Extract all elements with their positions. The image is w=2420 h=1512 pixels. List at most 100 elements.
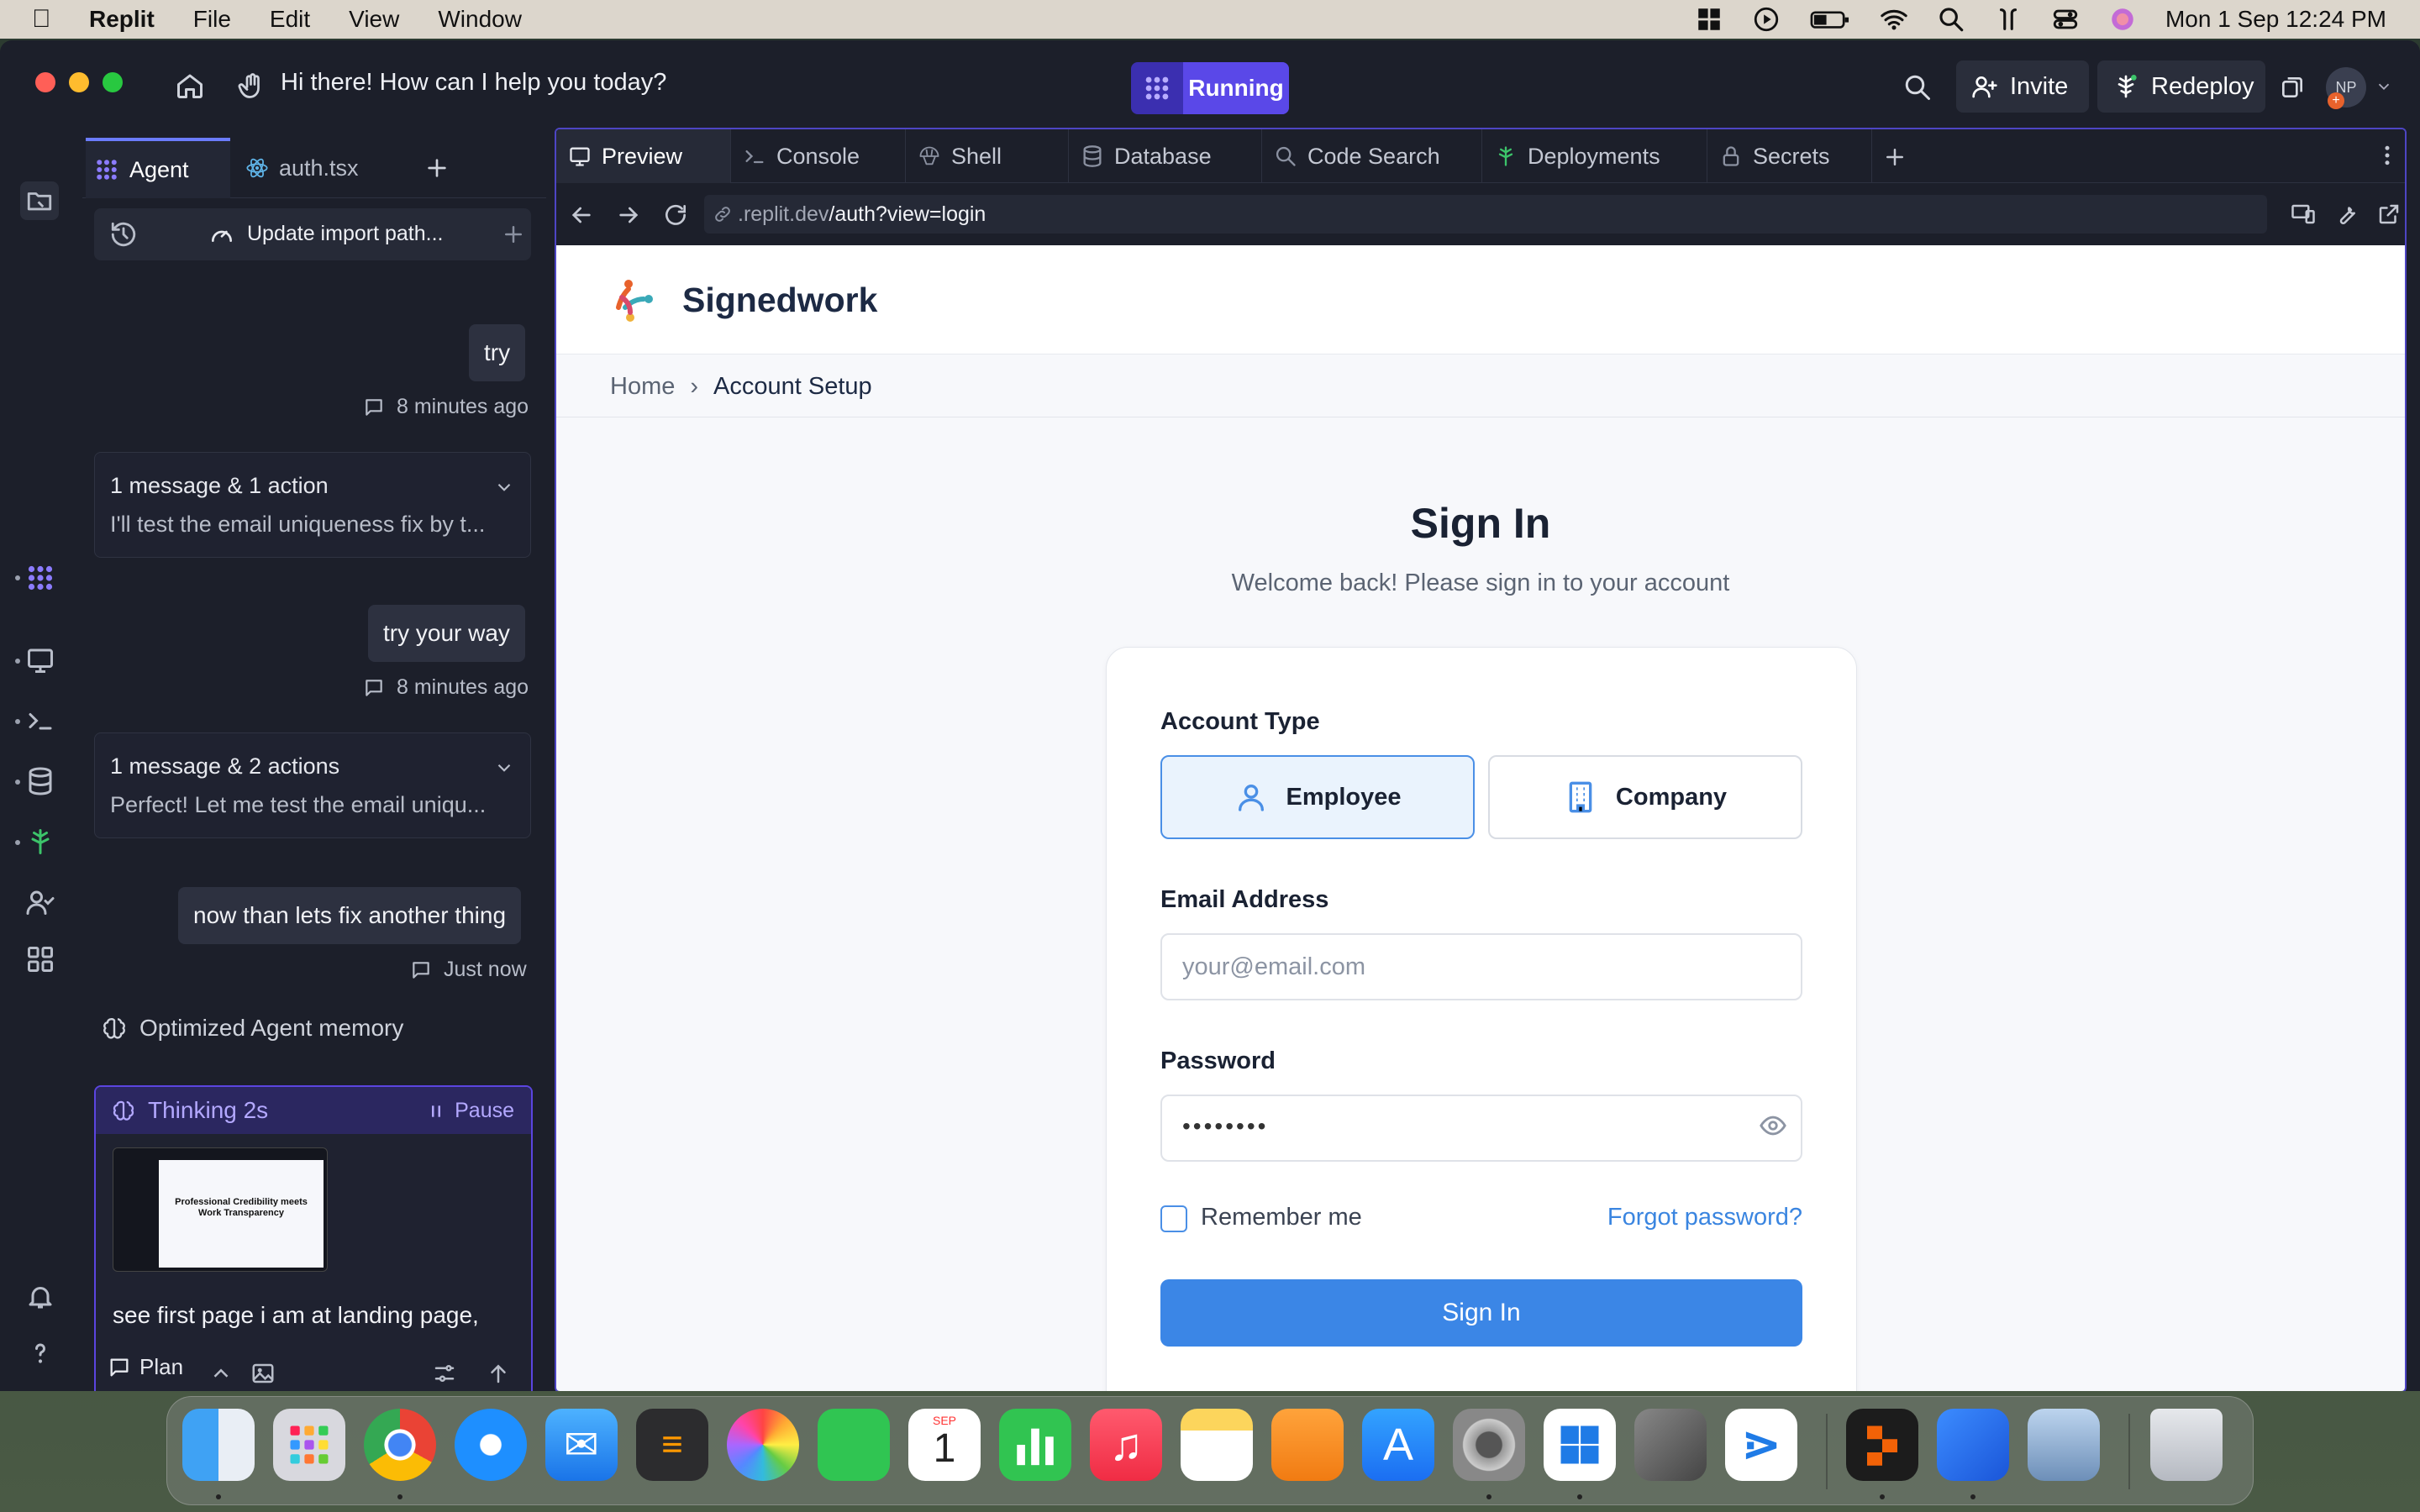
battery-icon[interactable] bbox=[1809, 5, 1851, 34]
tab-shell[interactable]: Shell bbox=[906, 129, 1069, 183]
calculator-icon[interactable]: ≡ bbox=[636, 1409, 708, 1481]
mail-icon[interactable]: ✉ bbox=[545, 1409, 618, 1481]
siri-icon[interactable] bbox=[2108, 5, 2137, 34]
invite-button[interactable]: Invite bbox=[1956, 60, 2089, 113]
attached-screenshot-thumbnail[interactable]: Professional Credibility meets Work Tran… bbox=[113, 1147, 328, 1272]
wrench-icon[interactable] bbox=[2334, 202, 2360, 227]
tab-code-search[interactable]: Code Search bbox=[1262, 129, 1482, 183]
remember-me-label[interactable]: Remember me bbox=[1201, 1204, 1362, 1231]
finder-icon[interactable] bbox=[182, 1409, 255, 1481]
help-icon[interactable] bbox=[25, 1337, 55, 1368]
new-tab-plus-icon[interactable] bbox=[1882, 144, 1907, 170]
url-field[interactable]: .replit.dev/auth?view=login bbox=[704, 195, 2267, 234]
remember-me-checkbox[interactable] bbox=[1160, 1205, 1187, 1232]
files-icon[interactable] bbox=[20, 181, 59, 220]
chrome-icon[interactable] bbox=[364, 1409, 436, 1481]
tab-agent[interactable]: Agent bbox=[86, 138, 230, 198]
menu-file[interactable]: File bbox=[193, 6, 231, 33]
menu-view[interactable]: View bbox=[349, 6, 399, 33]
tab-console[interactable]: Console bbox=[731, 129, 906, 183]
preview-icon[interactable] bbox=[25, 645, 55, 675]
airpods-icon[interactable] bbox=[1994, 5, 2023, 34]
agent-input-text[interactable]: see first page i am at landing page, bbox=[113, 1302, 479, 1329]
external-link-icon[interactable] bbox=[2376, 202, 2402, 227]
deployments-icon[interactable] bbox=[25, 827, 55, 857]
search-icon[interactable] bbox=[1902, 72, 1933, 102]
trash-icon[interactable] bbox=[2150, 1409, 2223, 1481]
new-tab-plus-icon[interactable] bbox=[424, 155, 450, 181]
replit-icon[interactable] bbox=[1846, 1409, 1918, 1481]
eye-icon[interactable] bbox=[1759, 1111, 1787, 1140]
run-status-button[interactable]: Running bbox=[1131, 62, 1289, 114]
copy-icon[interactable] bbox=[2279, 74, 2306, 101]
user-check-icon[interactable] bbox=[25, 887, 55, 917]
vscode-icon[interactable]: ⋗ bbox=[1725, 1409, 1797, 1481]
system-settings-icon[interactable] bbox=[1453, 1409, 1525, 1481]
pages-icon[interactable] bbox=[1271, 1409, 1344, 1481]
menu-app-name[interactable]: Replit bbox=[89, 6, 155, 33]
agent-action-card[interactable]: 1 message & 2 actions Perfect! Let me te… bbox=[94, 732, 531, 838]
company-toggle-button[interactable]: Company bbox=[1488, 755, 1802, 839]
bell-icon[interactable] bbox=[25, 1282, 55, 1312]
more-vertical-icon[interactable] bbox=[2375, 143, 2400, 168]
sliders-icon[interactable] bbox=[432, 1361, 457, 1386]
employee-toggle-button[interactable]: Employee bbox=[1160, 755, 1475, 839]
app-store-icon[interactable]: A bbox=[1362, 1409, 1434, 1481]
signedwork-logo-icon[interactable] bbox=[610, 274, 660, 324]
prompt-text[interactable]: Hi there! How can I help you today? bbox=[281, 69, 666, 97]
control-center-icon[interactable] bbox=[2051, 5, 2080, 34]
image-icon[interactable] bbox=[250, 1361, 276, 1386]
launchpad-icon[interactable] bbox=[273, 1409, 345, 1481]
breadcrumb-home[interactable]: Home bbox=[610, 373, 675, 401]
forward-arrow-icon[interactable] bbox=[615, 202, 642, 228]
numbers-icon[interactable] bbox=[999, 1409, 1071, 1481]
tab-secrets[interactable]: Secrets bbox=[1707, 129, 1872, 183]
forgot-password-link[interactable]: Forgot password? bbox=[1607, 1204, 1802, 1231]
iphone-mirroring-icon[interactable] bbox=[1634, 1409, 1707, 1481]
chat-title[interactable]: Update import path... bbox=[247, 222, 443, 246]
menu-edit[interactable]: Edit bbox=[270, 6, 310, 33]
facetime-icon[interactable] bbox=[818, 1409, 890, 1481]
tab-database[interactable]: Database bbox=[1069, 129, 1262, 183]
comment-icon[interactable] bbox=[363, 396, 385, 418]
tab-deployments[interactable]: Deployments bbox=[1482, 129, 1707, 183]
chevron-down-icon[interactable] bbox=[493, 476, 515, 498]
tab-auth-tsx[interactable]: auth.tsx bbox=[237, 138, 405, 198]
new-chat-plus-icon[interactable] bbox=[501, 222, 526, 247]
wifi-icon[interactable] bbox=[1880, 5, 1908, 34]
close-window-button[interactable] bbox=[35, 72, 55, 92]
zoom-window-button[interactable] bbox=[103, 72, 123, 92]
history-icon[interactable] bbox=[109, 220, 138, 249]
minimize-window-button[interactable] bbox=[69, 72, 89, 92]
menu-window[interactable]: Window bbox=[438, 6, 522, 33]
tab-preview[interactable]: Preview bbox=[556, 129, 731, 183]
photos-icon[interactable] bbox=[727, 1409, 799, 1481]
apple-icon[interactable]:  bbox=[32, 5, 60, 34]
calendar-icon[interactable]: SEP 1 bbox=[908, 1409, 981, 1481]
home-icon[interactable] bbox=[175, 71, 205, 101]
notes-icon[interactable] bbox=[1181, 1409, 1253, 1481]
chevron-up-icon[interactable] bbox=[208, 1361, 234, 1386]
apps-icon[interactable] bbox=[25, 944, 55, 974]
clock[interactable]: Mon 1 Sep 12:24 PM bbox=[2165, 6, 2386, 33]
spotlight-icon[interactable] bbox=[1937, 5, 1965, 34]
comment-icon[interactable] bbox=[410, 959, 432, 981]
email-field[interactable] bbox=[1160, 933, 1802, 1000]
chevron-down-icon[interactable] bbox=[493, 757, 515, 779]
plan-button[interactable]: Plan bbox=[108, 1354, 183, 1380]
database-icon[interactable] bbox=[25, 766, 55, 796]
comment-icon[interactable] bbox=[363, 677, 385, 699]
back-arrow-icon[interactable] bbox=[568, 202, 595, 228]
sign-in-button[interactable]: Sign In bbox=[1160, 1279, 1802, 1347]
windows-app-icon[interactable] bbox=[1544, 1409, 1616, 1481]
play-icon[interactable] bbox=[1752, 5, 1781, 34]
safari-icon[interactable] bbox=[455, 1409, 527, 1481]
redeploy-button[interactable]: Redeploy bbox=[2097, 60, 2265, 113]
chevron-down-icon[interactable] bbox=[2375, 77, 2393, 96]
remote-desktop-icon[interactable] bbox=[1937, 1409, 2009, 1481]
brand-name[interactable]: Signedwork bbox=[682, 281, 877, 320]
reload-icon[interactable] bbox=[662, 202, 689, 228]
devices-icon[interactable] bbox=[2291, 202, 2316, 227]
pause-button[interactable]: Pause bbox=[428, 1099, 514, 1123]
grid-icon[interactable] bbox=[1695, 5, 1723, 34]
